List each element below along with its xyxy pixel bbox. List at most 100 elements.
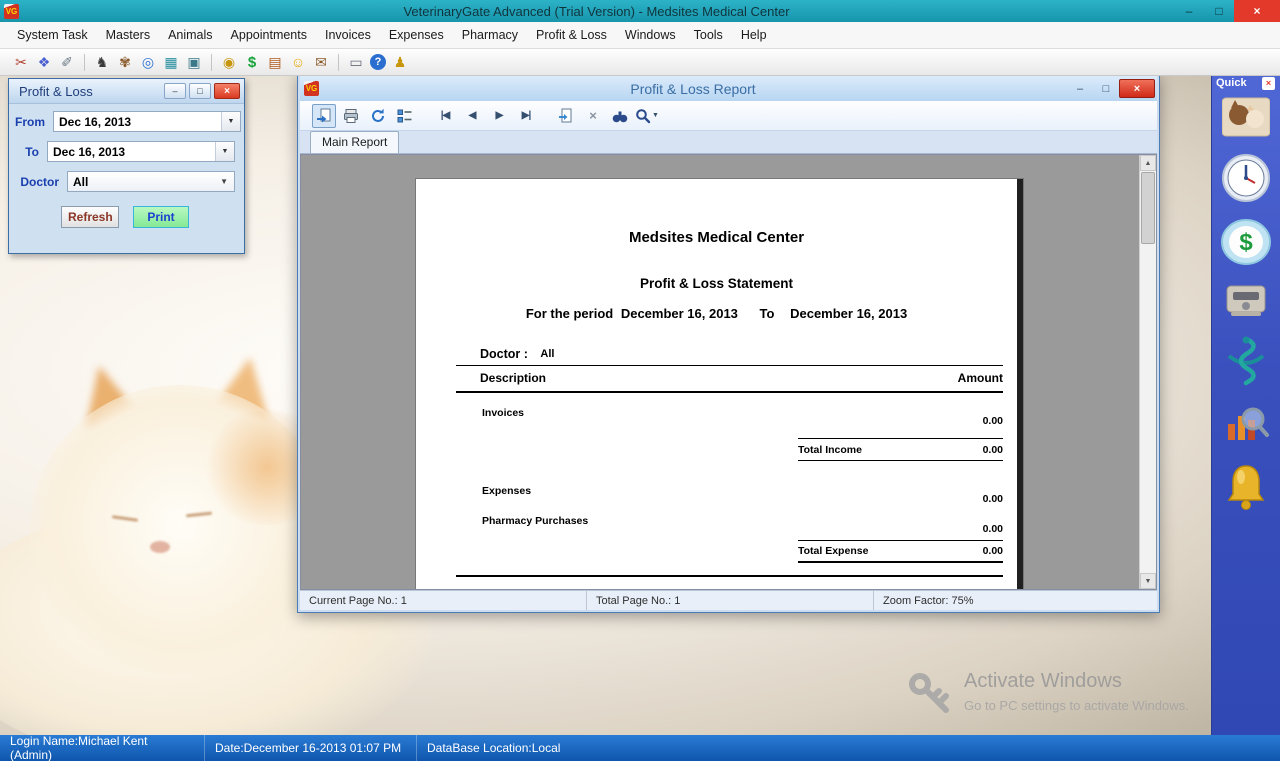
doctor-select[interactable]: All ▼ — [67, 171, 235, 192]
quick-clock-button[interactable] — [1220, 152, 1272, 204]
zoom-factor-status: Zoom Factor: 75% — [874, 591, 1157, 610]
report-maximize-button[interactable]: □ — [1093, 79, 1119, 98]
scroll-up-icon[interactable]: ▲ — [1140, 155, 1156, 171]
coins-icon[interactable]: ◉ — [220, 53, 238, 71]
to-date-dropdown-icon[interactable]: ▼ — [215, 142, 234, 161]
group-tree-button[interactable] — [393, 104, 417, 128]
previous-page-button[interactable]: ◀ — [460, 104, 484, 128]
to-date-field: ▼ — [47, 141, 235, 162]
doctor-field-label: Doctor : — [480, 347, 528, 361]
menu-tools[interactable]: Tools — [685, 24, 732, 46]
quick-search-reports-button[interactable] — [1222, 402, 1270, 448]
watermark-subtitle: Go to PC settings to activate Windows. — [964, 698, 1189, 713]
report-company-name: Medsites Medical Center — [416, 229, 1017, 246]
export-icon — [316, 108, 332, 124]
app-logo-icon: VG — [4, 4, 19, 19]
from-date-input[interactable] — [54, 112, 221, 131]
report-minimize-button[interactable]: – — [1067, 79, 1093, 98]
quick-pharmacy-button[interactable] — [1221, 334, 1271, 388]
to-label: To — [15, 145, 47, 159]
bag-icon[interactable]: ✉ — [312, 53, 330, 71]
row-pharmacy-label: Pharmacy Purchases — [482, 515, 588, 527]
row-expenses-amount: 0.00 — [983, 493, 1003, 505]
quick-panel-icons: $ — [1212, 96, 1280, 512]
total-page-status: Total Page No.: 1 — [587, 591, 874, 610]
user-icon[interactable]: ♟ — [391, 53, 409, 71]
maximize-button[interactable]: □ — [1204, 0, 1234, 22]
close-view-button[interactable]: × — [581, 104, 605, 128]
column-description: Description — [480, 371, 546, 385]
report-close-button[interactable]: × — [1119, 79, 1155, 98]
period-to-label: To — [760, 306, 775, 321]
print-report-button[interactable] — [339, 104, 363, 128]
report-column-headers: Description Amount — [480, 371, 1003, 385]
paw-icon[interactable]: ✾ — [116, 53, 134, 71]
menu-windows[interactable]: Windows — [616, 24, 685, 46]
first-page-button[interactable]: |◀ — [433, 104, 457, 128]
menu-animals[interactable]: Animals — [159, 24, 221, 46]
refresh-button[interactable]: Refresh — [61, 206, 119, 228]
printer-icon[interactable]: ▭ — [347, 53, 365, 71]
divider-line-thick — [456, 391, 1003, 393]
menu-pharmacy[interactable]: Pharmacy — [453, 24, 527, 46]
menu-help[interactable]: Help — [732, 24, 776, 46]
row-invoices-amount: 0.00 — [983, 415, 1003, 427]
zoom-icon — [635, 108, 651, 124]
quick-printer-button[interactable] — [1223, 280, 1269, 320]
globe-icon[interactable]: ◎ — [139, 53, 157, 71]
activate-windows-watermark: Activate Windows Go to PC settings to ac… — [906, 670, 1189, 716]
chevron-down-icon: ▼ — [652, 112, 659, 119]
key-icon — [906, 670, 952, 716]
help-icon[interactable]: ? — [370, 54, 386, 70]
clamp-icon[interactable]: ✂ — [12, 53, 30, 71]
calendar-icon[interactable]: ▦ — [162, 53, 180, 71]
status-database-location: DataBase Location:Local — [417, 735, 574, 761]
dialog-maximize-button[interactable]: □ — [189, 83, 211, 99]
dialog-minimize-button[interactable]: – — [164, 83, 186, 99]
monitor-icon[interactable]: ▣ — [185, 53, 203, 71]
chart-icon[interactable]: ▤ — [266, 53, 284, 71]
menu-bar: System Task Masters Animals Appointments… — [0, 22, 1280, 49]
quick-pets-button[interactable] — [1222, 96, 1270, 138]
quick-finance-button[interactable]: $ — [1220, 218, 1272, 266]
quick-panel-close-icon[interactable]: × — [1262, 77, 1275, 90]
scroll-down-icon[interactable]: ▼ — [1140, 573, 1156, 589]
cat-nose — [150, 541, 170, 553]
menu-expenses[interactable]: Expenses — [380, 24, 453, 46]
syringe-icon[interactable]: ✐ — [58, 53, 76, 71]
close-button[interactable]: × — [1234, 0, 1280, 22]
find-button[interactable] — [608, 104, 632, 128]
export-button[interactable] — [312, 104, 336, 128]
app-window: VG VeterinaryGate Advanced (Trial Versio… — [0, 0, 1280, 761]
window-title: VeterinaryGate Advanced (Trial Version) … — [19, 4, 1174, 19]
menu-system-task[interactable]: System Task — [8, 24, 97, 46]
menu-invoices[interactable]: Invoices — [316, 24, 380, 46]
tab-main-report[interactable]: Main Report — [310, 131, 399, 153]
goto-page-button[interactable] — [554, 104, 578, 128]
menu-appointments[interactable]: Appointments — [222, 24, 316, 46]
dollar-icon[interactable]: $ — [243, 53, 261, 71]
report-vertical-scrollbar[interactable]: ▲ ▼ — [1139, 155, 1156, 589]
smiley-icon[interactable]: ☺ — [289, 53, 307, 71]
refresh-report-button[interactable] — [366, 104, 390, 128]
masters-icon[interactable]: ❖ — [35, 53, 53, 71]
total-expense-amount: 0.00 — [983, 545, 1003, 557]
menu-profit-loss[interactable]: Profit & Loss — [527, 24, 616, 46]
from-date-dropdown-icon[interactable]: ▼ — [221, 112, 240, 131]
row-total-income: Total Income 0.00 — [798, 438, 1003, 461]
toolbar-separator — [338, 54, 339, 71]
last-page-button[interactable]: ▶| — [514, 104, 538, 128]
menu-masters[interactable]: Masters — [97, 24, 159, 46]
minimize-button[interactable]: – — [1174, 0, 1204, 22]
print-button[interactable]: Print — [133, 206, 189, 228]
chevron-down-icon: ▼ — [220, 177, 234, 186]
dialog-close-button[interactable]: × — [214, 83, 240, 99]
quick-alerts-button[interactable] — [1224, 462, 1268, 512]
to-date-input[interactable] — [48, 142, 215, 161]
scrollbar-thumb[interactable] — [1141, 172, 1155, 244]
row-invoices-label: Invoices — [482, 407, 524, 419]
zoom-button[interactable]: ▼ — [635, 104, 659, 128]
animals-icon[interactable]: ♞ — [93, 53, 111, 71]
next-page-button[interactable]: ▶ — [487, 104, 511, 128]
report-window-title: Profit & Loss Report — [319, 81, 1067, 97]
